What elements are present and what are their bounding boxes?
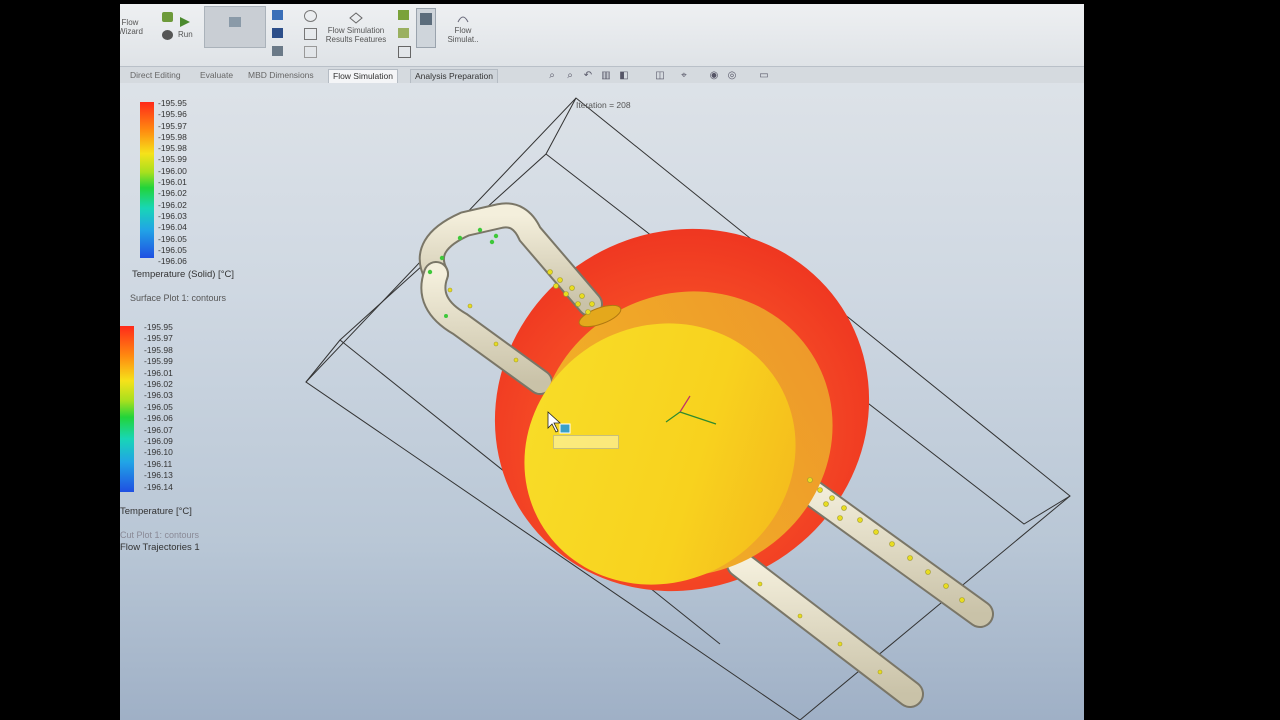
legend-tick-label: -196.06 — [144, 413, 173, 424]
solid-temperature-color-bar — [140, 102, 154, 258]
legend-tick-label: -195.98 — [158, 131, 187, 142]
cut-plot-name[interactable]: Cut Plot 1: contours — [120, 530, 199, 540]
legend-tick-label: -196.02 — [144, 379, 173, 390]
legend-tick-label: -196.13 — [144, 470, 173, 481]
legend-tick-label: -196.09 — [144, 436, 173, 447]
legend-tick-label: -195.98 — [158, 143, 187, 154]
fluid-temperature-title: Temperature [°C] — [120, 506, 192, 517]
legend-tick-label: -196.10 — [144, 447, 173, 458]
solidworks-window: Flow Wizard Run Flow Simulation Results … — [120, 4, 1084, 720]
legend-tick-label: -195.95 — [158, 98, 187, 108]
legend-tick-label: -196.07 — [144, 424, 173, 435]
fluid-temperature-ticks: -195.95 -195.97 -195.98 -195.99 -196.01 -196.… — [144, 322, 173, 493]
legend-tick-label: -196.14 — [144, 481, 173, 492]
flow-trajectories-name[interactable]: Flow Trajectories 1 — [120, 542, 200, 553]
graphics-viewport[interactable] — [120, 4, 1084, 720]
legend-tick-label: -195.99 — [158, 154, 187, 165]
legend-tick-label: -196.01 — [158, 177, 187, 188]
iteration-readout: Iteration = 208 — [576, 100, 631, 110]
legend-tick-label: -196.05 — [158, 244, 187, 255]
legend-tick-label: -196.05 — [158, 233, 187, 244]
fluid-temperature-color-bar — [120, 326, 134, 492]
cursor-tooltip — [553, 435, 619, 449]
legend-tick-label: -196.02 — [158, 188, 187, 199]
legend-tick-label: -196.05 — [144, 401, 173, 412]
legend-tick-label: -196.00 — [158, 165, 187, 176]
legend-tick-label: -195.97 — [144, 333, 173, 344]
legend-tick-label: -195.95 — [144, 322, 173, 332]
legend-tick-label: -196.03 — [158, 210, 187, 221]
legend-tick-label: -196.04 — [158, 222, 187, 233]
legend-tick-label: -196.11 — [144, 458, 173, 469]
legend-tick-label: -195.96 — [158, 109, 187, 120]
legend-tick-label: -196.03 — [144, 390, 173, 401]
surface-plot-name[interactable]: Surface Plot 1: contours — [130, 293, 226, 303]
legend-tick-label: -195.98 — [144, 344, 173, 355]
legend-tick-label: -195.99 — [144, 356, 173, 367]
legend-tick-label: -196.02 — [158, 199, 187, 210]
solid-temperature-title: Temperature (Solid) [°C] — [132, 269, 234, 280]
solid-temperature-ticks: -195.95 -195.96 -195.97 -195.98 -195.98 -195.… — [158, 98, 187, 267]
selection-filter-icon — [559, 423, 571, 434]
legend-tick-label: -196.01 — [144, 367, 173, 378]
legend-tick-label: -195.97 — [158, 120, 187, 131]
legend-tick-label: -196.06 — [158, 256, 187, 267]
